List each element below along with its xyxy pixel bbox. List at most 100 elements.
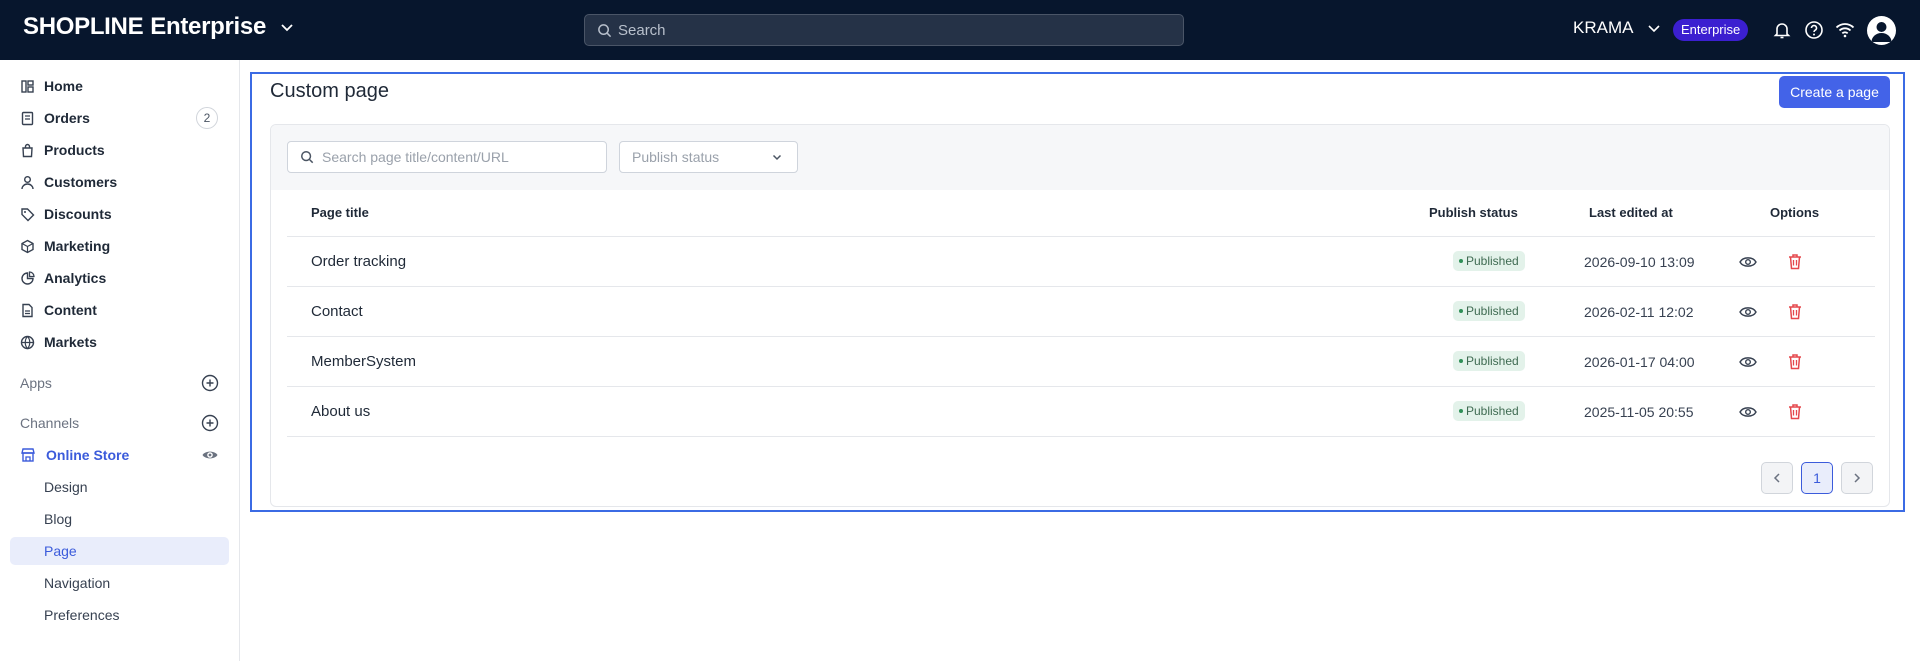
- status-dot: [1459, 259, 1463, 263]
- delete-icon[interactable]: [1787, 303, 1803, 320]
- brand-logo[interactable]: SHOPLINE Enterprise: [23, 13, 295, 41]
- sidebar-item-label: Discounts: [44, 206, 112, 222]
- add-channel-icon[interactable]: [201, 414, 219, 432]
- chevron-left-icon: [1773, 473, 1780, 483]
- chevron-right-icon: [1854, 473, 1861, 483]
- sidebar-subitem-preferences[interactable]: Preferences: [10, 601, 229, 629]
- brand-secondary: Enterprise: [150, 13, 267, 40]
- search-icon: [598, 23, 612, 37]
- sidebar-item-home[interactable]: Home: [10, 72, 229, 100]
- pie-icon: [21, 270, 35, 285]
- page-title-cell: MemberSystem: [311, 353, 417, 370]
- orders-count-badge: 2: [196, 107, 218, 129]
- page-search-placeholder: Search page title/content/URL: [322, 149, 509, 165]
- globe-icon: [20, 335, 35, 349]
- table-bottom-divider: [287, 436, 1875, 437]
- sidebar-item-discounts[interactable]: Discounts: [10, 200, 229, 228]
- store-name: KRAMA: [1573, 18, 1634, 37]
- sidebar-item-products[interactable]: Products: [10, 136, 229, 164]
- chevron-down-icon: [772, 154, 782, 161]
- sidebar-item-label: Home: [44, 78, 83, 94]
- delete-icon[interactable]: [1787, 403, 1803, 420]
- status-badge: Published: [1453, 401, 1525, 421]
- store-icon: [21, 448, 35, 462]
- add-app-icon[interactable]: [201, 374, 219, 392]
- wifi-icon[interactable]: [1834, 19, 1856, 41]
- global-search-input[interactable]: Search: [584, 14, 1184, 46]
- table-row[interactable]: About us Published 2025-11-05 20:55: [287, 386, 1875, 436]
- sidebar-item-content[interactable]: Content: [10, 296, 229, 324]
- eye-icon[interactable]: [1739, 404, 1757, 420]
- channels-section-label: Channels: [20, 415, 80, 431]
- sidebar-item-marketing[interactable]: Marketing: [10, 232, 229, 260]
- search-icon: [301, 151, 314, 164]
- publish-status-select[interactable]: Publish status: [619, 141, 798, 173]
- sidebar-subitem-page[interactable]: Page: [10, 537, 229, 565]
- previous-page-button[interactable]: [1761, 462, 1793, 494]
- current-page-button[interactable]: 1: [1801, 462, 1833, 494]
- delete-icon[interactable]: [1787, 253, 1803, 270]
- column-header-options: Options: [1770, 205, 1820, 220]
- sidebar-subitem-label: Design: [44, 479, 88, 495]
- sidebar-item-label: Orders: [44, 110, 90, 126]
- status-badge: Published: [1453, 351, 1525, 371]
- column-header-page-title: Page title: [311, 205, 369, 220]
- page-title-cell: Order tracking: [311, 253, 407, 270]
- sidebar-item-customers[interactable]: Customers: [10, 168, 229, 196]
- sidebar-subitem-label: Page: [44, 543, 77, 559]
- status-text: Published: [1466, 304, 1519, 318]
- eye-icon[interactable]: [1739, 304, 1757, 320]
- doc-icon: [22, 303, 33, 317]
- sidebar-item-markets[interactable]: Markets: [10, 328, 229, 356]
- bell-icon[interactable]: [1771, 19, 1793, 41]
- store-switcher[interactable]: KRAMA: [1573, 18, 1661, 38]
- help-icon[interactable]: [1803, 19, 1825, 41]
- page-title-cell: Contact: [311, 303, 363, 320]
- status-dot: [1459, 309, 1463, 313]
- sidebar-item-label: Customers: [44, 174, 118, 190]
- search-placeholder: Search: [618, 21, 666, 39]
- table-row[interactable]: MemberSystem Published 2026-01-17 04:00: [287, 336, 1875, 386]
- user-icon: [21, 175, 34, 189]
- status-text: Published: [1466, 354, 1519, 368]
- cube-icon: [21, 239, 34, 253]
- eye-icon[interactable]: [201, 446, 219, 464]
- next-page-button[interactable]: [1841, 462, 1873, 494]
- chevron-down-icon: [1648, 25, 1661, 33]
- filter-bar: Search page title/content/URL Publish st…: [271, 125, 1889, 190]
- table-row[interactable]: Order tracking Published 2026-09-10 13:0…: [287, 236, 1875, 286]
- user-avatar-icon: [1871, 22, 1892, 42]
- sidebar-item-orders[interactable]: Orders 2: [10, 104, 229, 132]
- sidebar-subitem-label: Navigation: [44, 575, 111, 591]
- chevron-down-icon[interactable]: [279, 19, 295, 35]
- sidebar-item-label: Content: [44, 302, 97, 318]
- last-edited-cell: 2026-01-17 04:00: [1584, 354, 1695, 370]
- delete-icon[interactable]: [1787, 353, 1803, 370]
- sidebar-item-label: Products: [44, 142, 105, 158]
- create-page-button[interactable]: Create a page: [1779, 76, 1890, 108]
- orders-icon: [21, 111, 34, 125]
- sidebar-subitem-blog[interactable]: Blog: [10, 505, 229, 533]
- pages-table-card: Search page title/content/URL Publish st…: [270, 124, 1890, 507]
- publish-status-placeholder: Publish status: [632, 149, 720, 165]
- status-text: Published: [1466, 254, 1519, 268]
- status-dot: [1459, 409, 1463, 413]
- apps-section-label: Apps: [20, 375, 52, 391]
- sidebar-subitem-label: Blog: [44, 511, 73, 527]
- page-search-input[interactable]: Search page title/content/URL: [287, 141, 607, 173]
- sidebar-item-label: Markets: [44, 334, 97, 350]
- home-icon: [21, 79, 34, 93]
- last-edited-cell: 2025-11-05 20:55: [1584, 404, 1694, 420]
- column-header-last-edited: Last edited at: [1589, 205, 1673, 220]
- sidebar-item-online-store[interactable]: Online Store: [10, 441, 229, 469]
- sidebar-subitem-navigation[interactable]: Navigation: [10, 569, 229, 597]
- sidebar-item-analytics[interactable]: Analytics: [10, 264, 229, 292]
- last-edited-cell: 2026-09-10 13:09: [1584, 254, 1695, 270]
- avatar[interactable]: [1867, 16, 1896, 45]
- sidebar-item-label: Analytics: [44, 270, 107, 286]
- eye-icon[interactable]: [1739, 354, 1757, 370]
- table-row[interactable]: Contact Published 2026-02-11 12:02: [287, 286, 1875, 336]
- top-bar: SHOPLINE Enterprise Search KRAMA Enterpr…: [0, 0, 1920, 60]
- eye-icon[interactable]: [1739, 254, 1757, 270]
- sidebar-subitem-design[interactable]: Design: [10, 473, 229, 501]
